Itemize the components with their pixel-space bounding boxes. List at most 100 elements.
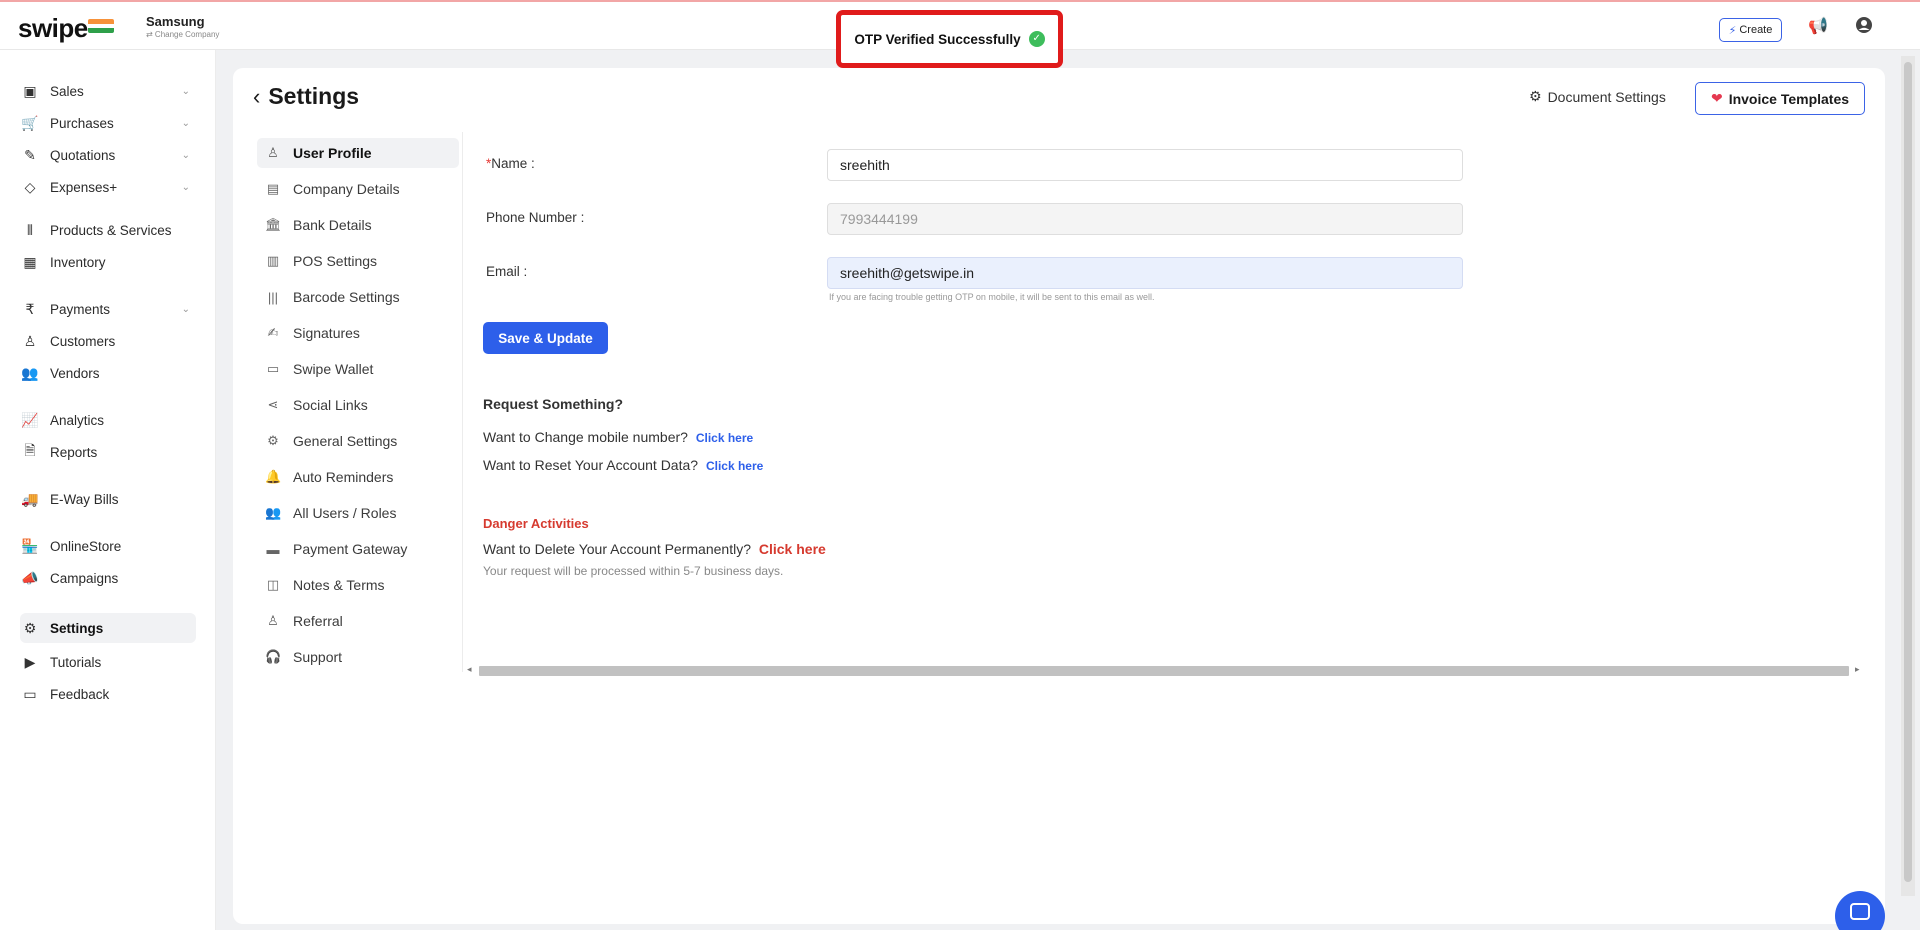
sidebar-item-products-services[interactable]: ⦀ Products & Services (20, 215, 196, 245)
warehouse-icon: ▦ (23, 253, 37, 270)
sidebar-item-label: Quotations (50, 147, 116, 163)
change-company-link[interactable]: ⇄ Change Company (146, 30, 219, 39)
barcode-icon: ||| (267, 289, 279, 305)
truck-icon: 🚚 (21, 490, 39, 507)
announcement-megaphone-icon[interactable]: 📢 (1808, 16, 1828, 36)
sidebar-item-label: Customers (50, 333, 116, 349)
sidebar-item-vendors[interactable]: 👥 Vendors (20, 358, 196, 388)
settings-menu-notes-terms[interactable]: ◫ Notes & Terms (257, 570, 459, 600)
company-switcher[interactable]: Samsung ⇄ Change Company (146, 14, 219, 39)
settings-menu-signatures[interactable]: ✍ Signatures (257, 318, 459, 348)
settings-menu-swipe-wallet[interactable]: ▭ Swipe Wallet (257, 354, 459, 384)
sidebar-item-payments[interactable]: ₹ Payments ⌄ (20, 294, 196, 324)
page-title: ‹ Settings (253, 83, 359, 110)
settings-menu-support[interactable]: 🎧 Support (257, 642, 459, 672)
page-title-text: Settings (268, 83, 360, 109)
chevron-down-icon: ⌄ (181, 181, 190, 193)
note-icon: ◫ (266, 577, 280, 592)
delete-account-link[interactable]: Click here (759, 541, 826, 557)
gear-icon: ⚙ (1529, 88, 1542, 104)
document-settings-link[interactable]: ⚙ Document Settings (1529, 88, 1666, 105)
save-update-button[interactable]: Save & Update (483, 322, 608, 354)
settings-menu-label: Company Details (293, 181, 400, 197)
user-icon: ♙ (267, 145, 279, 160)
settings-menu-company-details[interactable]: ▤ Company Details (257, 174, 459, 204)
otp-success-toast: OTP Verified Successfully ✓ (836, 10, 1063, 68)
settings-menu-auto-reminders[interactable]: 🔔 Auto Reminders (257, 462, 459, 492)
vertical-scrollbar-thumb[interactable] (1904, 62, 1912, 882)
create-button[interactable]: ⚡ Create (1719, 18, 1782, 42)
scroll-left-icon[interactable]: ◂ (467, 664, 472, 675)
barcode-scan-icon: ⦀ (26, 221, 34, 238)
settings-menu-pos-settings[interactable]: ▥ POS Settings (257, 246, 459, 276)
wallet-icon: ▭ (266, 361, 280, 376)
settings-menu-label: All Users / Roles (293, 505, 397, 521)
settings-menu-general-settings[interactable]: ⚙ General Settings (257, 426, 459, 456)
sidebar-item-settings[interactable]: ⚙ Settings (20, 613, 196, 643)
settings-menu-label: General Settings (293, 433, 398, 449)
scrollbar-thumb[interactable] (479, 666, 1849, 676)
settings-menu-label: Auto Reminders (293, 469, 394, 485)
invoice-templates-button[interactable]: ❤ Invoice Templates (1695, 82, 1865, 115)
settings-menu-bank-details[interactable]: 🏛 Bank Details (257, 210, 459, 240)
settings-menu-label: Notes & Terms (293, 577, 385, 593)
settings-menu-label: Swipe Wallet (293, 361, 374, 377)
youtube-icon: ▶ (24, 653, 36, 670)
settings-menu-referral[interactable]: ♙ Referral (257, 606, 459, 636)
name-field[interactable] (827, 149, 1463, 181)
card-icon: ▬ (266, 541, 280, 557)
horizontal-scrollbar[interactable]: ◂ ▸ (465, 664, 1865, 678)
chat-icon (1850, 903, 1870, 920)
settings-gear-icon: ⚙ (23, 619, 37, 636)
sidebar-item-label: E-Way Bills (50, 491, 119, 507)
sidebar-item-purchases[interactable]: 🛒 Purchases ⌄ (20, 108, 196, 138)
create-button-label: Create (1739, 24, 1773, 36)
message-icon: ▭ (23, 685, 37, 702)
chevron-down-icon: ⌄ (181, 149, 190, 161)
swipe-logo[interactable]: swipe (18, 13, 88, 44)
scroll-right-icon[interactable]: ▸ (1855, 664, 1860, 675)
sidebar-item-analytics[interactable]: 📈 Analytics (20, 405, 196, 435)
sidebar-item-sales[interactable]: ▣ Sales ⌄ (20, 76, 196, 106)
cash-icon: ▣ (23, 82, 37, 99)
sidebar-item-quotations[interactable]: ✎ Quotations ⌄ (20, 140, 196, 170)
store-icon: 🏪 (21, 537, 39, 554)
sidebar-item-tutorials[interactable]: ▶ Tutorials (20, 647, 196, 677)
settings-menu-barcode-settings[interactable]: ||| Barcode Settings (257, 282, 459, 312)
report-icon: 🗎 (24, 442, 36, 458)
sidebar-item-label: Campaigns (50, 570, 119, 586)
bank-icon: 🏛 (265, 217, 282, 232)
account-avatar-icon[interactable] (1855, 16, 1873, 39)
sidebar-item-inventory[interactable]: ▦ Inventory (20, 247, 196, 277)
sidebar: ▣ Sales ⌄ 🛒 Purchases ⌄ ✎ Quotations ⌄ ◇… (0, 50, 216, 930)
request-heading: Request Something? (483, 396, 624, 412)
reset-data-line: Want to Reset Your Account Data? Click h… (483, 457, 764, 473)
sidebar-item-onlinestore[interactable]: 🏪 OnlineStore (20, 531, 196, 561)
sidebar-item-eway-bills[interactable]: 🚚 E-Way Bills (20, 484, 196, 514)
chart-line-icon: 📈 (21, 411, 39, 428)
change-mobile-link[interactable]: Click here (696, 431, 753, 445)
vertical-scrollbar[interactable] (1901, 56, 1915, 896)
sidebar-item-expenses[interactable]: ◇ Expenses+ ⌄ (20, 172, 196, 202)
settings-menu-users-roles[interactable]: 👥 All Users / Roles (257, 498, 459, 528)
gear-icon: ⚙ (267, 433, 279, 448)
pencil-icon: ✎ (24, 146, 36, 163)
settings-menu-label: Barcode Settings (293, 289, 400, 305)
sidebar-item-campaigns[interactable]: 📣 Campaigns (20, 563, 196, 593)
chevron-down-icon: ⌄ (181, 303, 190, 315)
sidebar-item-customers[interactable]: ♙ Customers (20, 326, 196, 356)
back-chevron-icon[interactable]: ‹ (253, 84, 260, 110)
email-field[interactable] (827, 257, 1463, 289)
name-label: *Name : (486, 156, 535, 171)
check-circle-icon: ✓ (1028, 31, 1045, 47)
settings-menu-social-links[interactable]: ⋖ Social Links (257, 390, 459, 420)
settings-menu-label: Referral (293, 613, 343, 629)
pos-icon: ▥ (266, 253, 280, 268)
sidebar-item-feedback[interactable]: ▭ Feedback (20, 679, 196, 709)
settings-menu-payment-gateway[interactable]: ▬ Payment Gateway (257, 534, 459, 564)
chevron-down-icon: ⌄ (181, 85, 190, 97)
settings-menu-user-profile[interactable]: ♙ User Profile (257, 138, 459, 168)
reset-data-link[interactable]: Click here (706, 459, 763, 473)
sidebar-item-reports[interactable]: 🗎 Reports (20, 437, 196, 467)
share-icon: ⋖ (267, 397, 279, 412)
